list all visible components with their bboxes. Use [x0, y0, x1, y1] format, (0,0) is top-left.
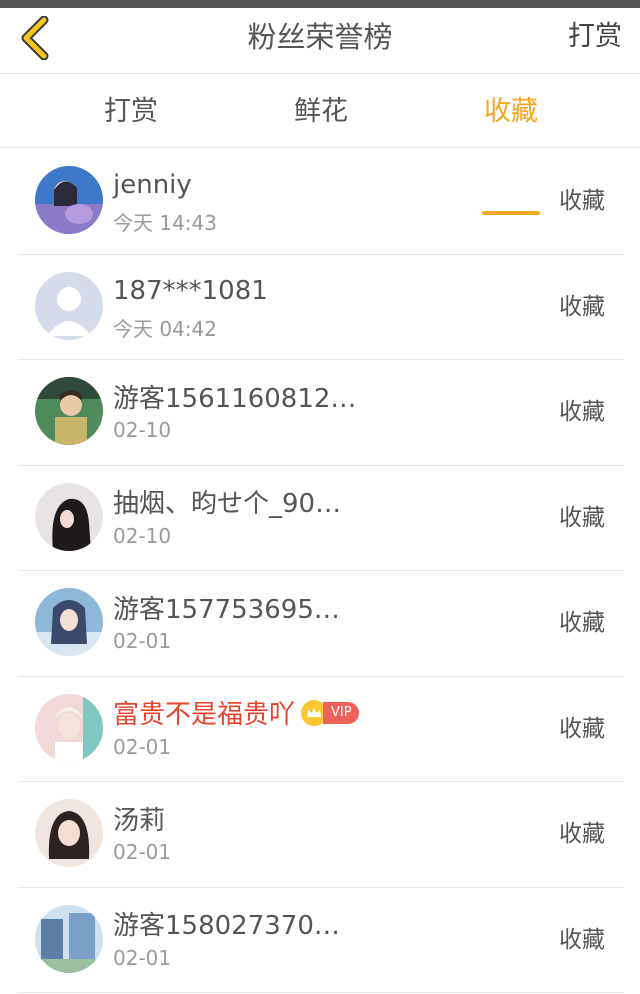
avatar	[35, 904, 103, 973]
fan-name: 187***1081	[113, 275, 268, 306]
fan-date: 02-01	[113, 840, 172, 864]
fan-date: 02-10	[113, 418, 172, 442]
list-item[interactable]: 汤莉 02-01 收藏	[18, 782, 623, 888]
vip-badge: VIP	[301, 699, 359, 726]
fan-name: jenniy	[113, 170, 192, 200]
fan-name: 富贵不是福贵吖	[113, 700, 296, 730]
action-label: 收藏	[559, 188, 605, 214]
list-item[interactable]: 187***1081 今天 04:42 收藏	[18, 255, 623, 360]
fan-date: 02-01	[113, 734, 172, 759]
avatar	[35, 377, 103, 445]
avatar	[35, 799, 103, 867]
action-label: 收藏	[559, 926, 605, 953]
nav-bar: 粉丝荣誉榜 打赏	[0, 8, 640, 74]
action-label: 收藏	[559, 293, 605, 320]
fan-date: 02-10	[113, 523, 172, 548]
vip-label: VIP	[323, 701, 359, 724]
avatar	[35, 166, 103, 234]
fan-name: 游客158027370…	[113, 911, 340, 941]
fan-name: 汤莉	[113, 805, 166, 836]
reward-button[interactable]: 打赏	[568, 8, 622, 66]
fan-date: 今天 04:42	[113, 316, 217, 341]
avatar	[35, 588, 103, 656]
list-item[interactable]: 抽烟、昀せ个_90… 02-10 收藏	[18, 466, 623, 571]
page-title: 粉丝荣誉榜	[247, 20, 393, 54]
action-label: 收藏	[559, 821, 605, 847]
fan-name: 游客157753695…	[113, 594, 340, 625]
action-label: 收藏	[559, 504, 605, 531]
fan-date: 02-01	[113, 945, 172, 970]
status-bar	[0, 0, 640, 8]
fan-name: 游客1561160812…	[113, 383, 357, 414]
tab-reward[interactable]: 打赏	[86, 75, 176, 148]
tab-bar: 打赏 鲜花 收藏	[0, 75, 640, 215]
tab-favorites[interactable]: 收藏	[466, 75, 556, 148]
fan-date: 今天 14:43	[113, 211, 217, 235]
list-item[interactable]: 富贵不是福贵吖 VIP 02-01 收藏	[18, 677, 623, 782]
action-label: 收藏	[559, 399, 605, 425]
action-label: 收藏	[559, 610, 605, 636]
fan-name: 抽烟、昀せ个_90…	[113, 489, 342, 519]
list-item[interactable]: jenniy 今天 14:43 收藏	[18, 149, 623, 255]
avatar	[35, 693, 103, 762]
list-item[interactable]: 游客157753695… 02-01 收藏	[18, 571, 623, 677]
tab-flowers[interactable]: 鲜花	[276, 75, 366, 148]
avatar	[35, 271, 103, 340]
fan-list: jenniy 今天 14:43 收藏 187***1081 今天 04:42 收…	[0, 149, 640, 993]
list-item[interactable]: 游客158027370… 02-01 收藏	[18, 888, 623, 993]
avatar	[35, 482, 103, 551]
fan-date: 02-01	[113, 629, 172, 653]
list-item[interactable]: 游客1561160812… 02-10 收藏	[18, 360, 623, 466]
action-label: 收藏	[559, 715, 605, 742]
